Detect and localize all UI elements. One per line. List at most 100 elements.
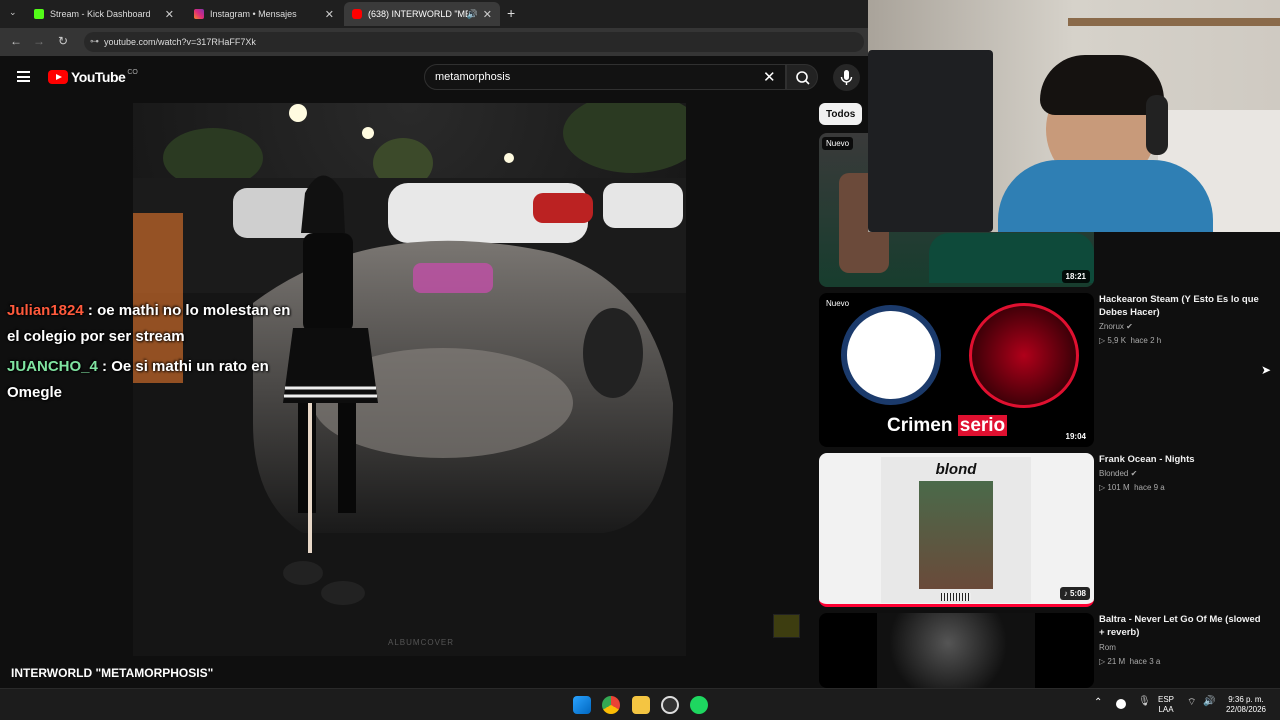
chat-message: Julian1824 : oe mathi no lo molestan en … bbox=[7, 298, 327, 350]
tray-mic-icon[interactable]: 🎙 bbox=[1138, 697, 1151, 707]
duration-text: 5:08 bbox=[1069, 589, 1086, 598]
address-bar-row: ← → ↻ ⊶ youtube.com/watch?v=317RHaFF7Xk bbox=[0, 28, 868, 56]
channel-name[interactable]: Rom bbox=[1099, 643, 1116, 652]
keyboard-layout: LAA bbox=[1158, 705, 1174, 714]
video-meta: ▷ 101 M hace 9 a bbox=[1099, 483, 1165, 492]
mouse-cursor-icon: ➤ bbox=[1261, 363, 1272, 377]
verified-icon: ✔ bbox=[1126, 322, 1133, 331]
wifi-icon[interactable]: ⌔ bbox=[1187, 698, 1196, 708]
clock[interactable]: 9:36 p. m. 22/08/2026 bbox=[1222, 695, 1270, 715]
language-code: ESP bbox=[1158, 695, 1175, 704]
spotify-icon[interactable] bbox=[690, 696, 708, 714]
video-thumbnail[interactable] bbox=[819, 613, 1094, 688]
voice-search-button[interactable] bbox=[833, 64, 860, 91]
chat-text: el colegio por ser stream bbox=[7, 328, 185, 345]
album-photo bbox=[919, 481, 993, 589]
clear-search-icon[interactable]: ✕ bbox=[763, 68, 776, 86]
channel-label: Blonded bbox=[1099, 469, 1129, 478]
youtube-play-icon bbox=[48, 70, 68, 84]
steam-logo-icon bbox=[969, 303, 1079, 408]
webcam-shirt bbox=[998, 160, 1213, 232]
view-count: 5,9 K bbox=[1107, 336, 1127, 345]
miniplayer-thumbnail[interactable] bbox=[773, 614, 800, 638]
reload-icon[interactable]: ↻ bbox=[51, 34, 75, 48]
tab-kick[interactable]: Stream - Kick Dashboard ✕ bbox=[26, 2, 182, 26]
filter-chip-todos[interactable]: Todos bbox=[819, 103, 863, 125]
chat-username: JUANCHO_4 bbox=[7, 358, 98, 375]
chrome-icon[interactable] bbox=[602, 696, 620, 714]
new-tab-button[interactable]: + bbox=[507, 5, 515, 21]
url-field[interactable]: ⊶ youtube.com/watch?v=317RHaFF7Xk bbox=[84, 32, 864, 52]
new-badge: Nuevo bbox=[822, 297, 854, 310]
duration-badge: 18:21 bbox=[1061, 270, 1090, 283]
tray-app-icon[interactable] bbox=[1116, 699, 1126, 709]
country-code: CO bbox=[127, 68, 138, 76]
channel-name[interactable]: Znorux ✔ bbox=[1099, 322, 1133, 331]
tab-instagram[interactable]: Instagram • Mensajes ✕ bbox=[186, 2, 342, 26]
site-info-icon[interactable]: ⊶ bbox=[90, 36, 99, 47]
logo-text: YouTube bbox=[71, 69, 126, 85]
taskbar: ⌃ 🎙 ESP LAA ⌔ 🔊 9:36 p. m. 22/08/2026 bbox=[0, 688, 1280, 720]
view-count: 101 M bbox=[1107, 483, 1130, 492]
file-explorer-icon[interactable] bbox=[632, 696, 650, 714]
windows-start-icon[interactable] bbox=[573, 696, 591, 714]
upload-age: hace 2 h bbox=[1130, 336, 1162, 345]
webcam-tower bbox=[868, 50, 993, 232]
duration-badge: 19:04 bbox=[1061, 430, 1090, 443]
youtube-logo[interactable]: YouTube CO bbox=[48, 69, 138, 85]
upload-age: hace 3 a bbox=[1129, 657, 1161, 666]
watermark-text: ALBUMCOVER bbox=[388, 638, 455, 647]
tab-label: (638) INTERWORLD "METAM bbox=[368, 9, 468, 19]
language-indicator[interactable]: ESP LAA bbox=[1158, 695, 1174, 715]
search-button[interactable] bbox=[786, 64, 818, 90]
duration-badge: ♪ 5:08 bbox=[1059, 587, 1090, 600]
url-text: youtube.com/watch?v=317RHaFF7Xk bbox=[104, 37, 256, 47]
video-title-link[interactable]: Baltra - Never Let Go Of Me (slowed + re… bbox=[1099, 613, 1264, 639]
tab-youtube[interactable]: (638) INTERWORLD "METAM 🔊 ✕ bbox=[344, 2, 500, 26]
new-badge: Nuevo bbox=[822, 137, 854, 150]
upload-age: hace 9 a bbox=[1134, 483, 1165, 492]
instagram-icon bbox=[194, 9, 204, 19]
tray-chevron-icon[interactable]: ⌃ bbox=[1094, 698, 1102, 708]
tab-search-chevron[interactable]: ⌄ bbox=[9, 7, 17, 18]
close-icon[interactable]: ✕ bbox=[165, 8, 174, 21]
chat-username: Julian1824 bbox=[7, 302, 84, 319]
close-icon[interactable]: ✕ bbox=[325, 8, 334, 21]
thumbnail-caption: Crimen serio bbox=[887, 415, 1008, 437]
video-title-link[interactable]: Hackearon Steam (Y Esto Es lo que Debes … bbox=[1099, 293, 1264, 319]
close-icon[interactable]: ✕ bbox=[483, 8, 492, 21]
video-thumbnail[interactable]: blond ♪ 5:08 bbox=[819, 453, 1094, 607]
webcam-overlay bbox=[868, 0, 1280, 232]
obs-icon[interactable] bbox=[661, 696, 679, 714]
album-title: blond bbox=[935, 461, 977, 478]
thumbnail-photo bbox=[877, 613, 1035, 688]
youtube-icon bbox=[352, 9, 362, 19]
search-query: metamorphosis bbox=[435, 71, 511, 83]
back-icon[interactable]: ← bbox=[4, 34, 28, 48]
video-title: INTERWORLD "METAMORPHOSIS" bbox=[11, 666, 214, 680]
video-thumbnail[interactable]: Nuevo Crimen serio 19:04 bbox=[819, 293, 1094, 447]
speaker-icon[interactable]: 🔊 bbox=[467, 9, 478, 20]
video-meta: ▷ 21 M hace 3 a bbox=[1099, 657, 1161, 666]
video-title-link[interactable]: Frank Ocean - Nights bbox=[1099, 453, 1264, 466]
channel-name[interactable]: Blonded ✔ bbox=[1099, 469, 1137, 478]
clock-time: 9:36 p. m. bbox=[1228, 695, 1264, 704]
clock-date: 22/08/2026 bbox=[1225, 705, 1267, 714]
chat-text: oe mathi no lo molestan en bbox=[97, 302, 291, 319]
youtube-header: YouTube CO metamorphosis ✕ bbox=[0, 56, 868, 98]
chat-separator: : bbox=[102, 358, 108, 375]
tab-label: Stream - Kick Dashboard bbox=[50, 9, 151, 19]
volume-icon[interactable]: 🔊 bbox=[1203, 697, 1215, 707]
search-icon bbox=[796, 71, 810, 85]
caption-highlight: serio bbox=[957, 415, 1008, 436]
chat-text: Oe si mathi un rato en bbox=[111, 358, 269, 375]
chat-message: JUANCHO_4 : Oe si mathi un rato en Omegl… bbox=[7, 354, 327, 406]
channel-label: Znorux bbox=[1099, 322, 1124, 331]
webcam-headphones bbox=[1146, 95, 1168, 155]
search-input[interactable]: metamorphosis ✕ bbox=[424, 64, 786, 90]
barcode-icon bbox=[941, 593, 971, 601]
forward-icon[interactable]: → bbox=[27, 34, 51, 48]
video-meta: ▷ 5,9 K hace 2 h bbox=[1099, 336, 1162, 345]
menu-icon[interactable] bbox=[17, 71, 30, 82]
chat-separator: : bbox=[87, 302, 93, 319]
